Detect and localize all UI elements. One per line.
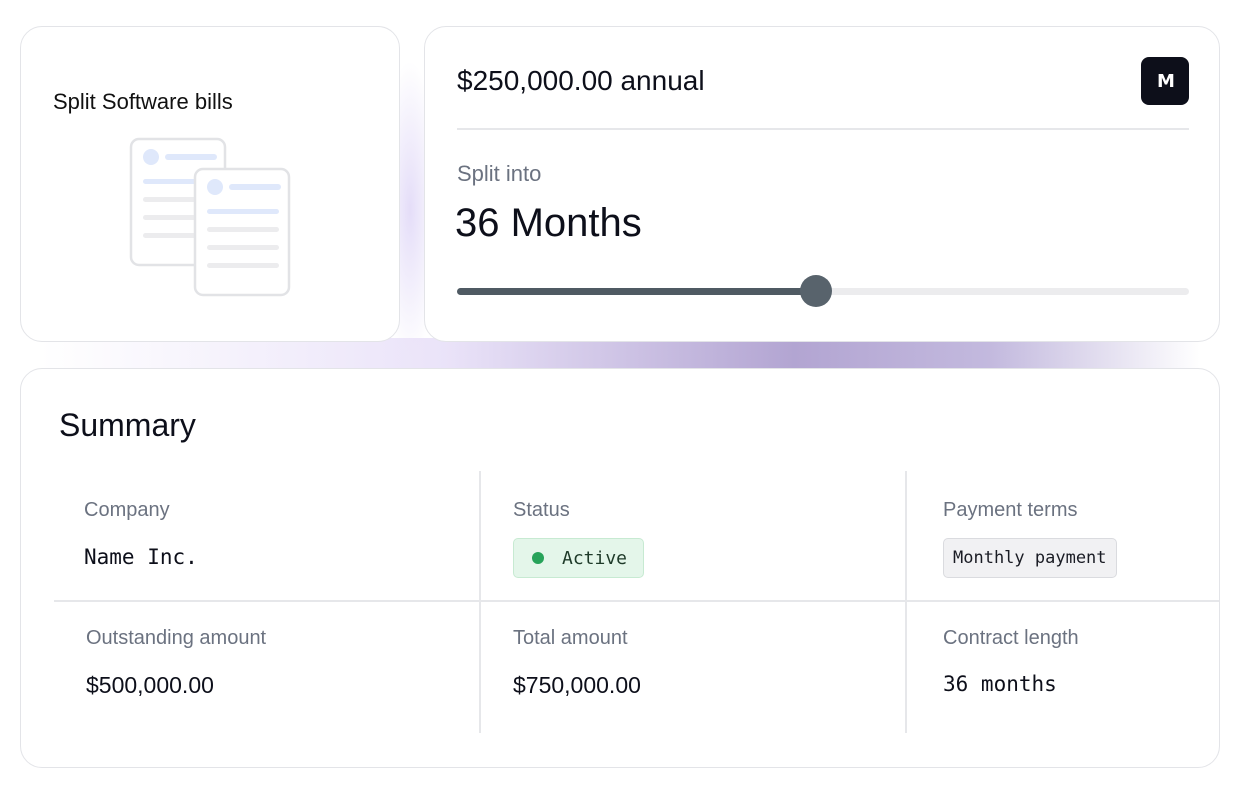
status-dot-icon bbox=[532, 552, 544, 564]
months-slider[interactable] bbox=[457, 275, 1189, 307]
column-divider bbox=[905, 471, 907, 733]
total-amount-value: $750,000.00 bbox=[513, 672, 641, 698]
status-badge: Active bbox=[513, 538, 645, 578]
status-label: Status bbox=[513, 499, 570, 521]
column-divider bbox=[479, 471, 481, 733]
brand-logo-text: M bbox=[1157, 70, 1175, 92]
company-value: Name Inc. bbox=[84, 545, 198, 569]
summary-title: Summary bbox=[59, 407, 196, 443]
divider bbox=[457, 128, 1189, 130]
payment-terms-badge: Monthly payment bbox=[943, 538, 1117, 578]
contract-length-label: Contract length bbox=[943, 627, 1079, 649]
slider-fill bbox=[457, 288, 816, 295]
row-divider bbox=[54, 600, 1219, 602]
split-into-label: Split into bbox=[457, 161, 542, 186]
payment-terms-value: Monthly payment bbox=[953, 548, 1107, 568]
contract-length-value: 36 months bbox=[943, 672, 1057, 696]
split-bills-card: Split Software bills bbox=[20, 26, 400, 342]
status-value: Active bbox=[562, 547, 628, 569]
page: Split Software bills $250,000.00 annual … bbox=[0, 0, 1240, 792]
slider-thumb[interactable] bbox=[799, 275, 832, 307]
annual-amount: $250,000.00 annual bbox=[457, 65, 705, 96]
split-months-value: 36 Months bbox=[455, 201, 642, 245]
outstanding-amount-label: Outstanding amount bbox=[86, 627, 267, 649]
company-label: Company bbox=[84, 499, 170, 521]
split-bills-title: Split Software bills bbox=[53, 89, 233, 114]
split-config-card: $250,000.00 annual M Split into 36 Month… bbox=[424, 26, 1220, 342]
payment-terms-label: Payment terms bbox=[943, 499, 1078, 521]
summary-card: Summary Company Name Inc. Status Active … bbox=[20, 368, 1220, 768]
total-amount-label: Total amount bbox=[513, 627, 628, 649]
outstanding-amount-value: $500,000.00 bbox=[86, 672, 214, 698]
background-glow-band bbox=[40, 338, 1200, 372]
documents-icon bbox=[129, 137, 291, 297]
brand-logo-icon: M bbox=[1141, 57, 1189, 105]
